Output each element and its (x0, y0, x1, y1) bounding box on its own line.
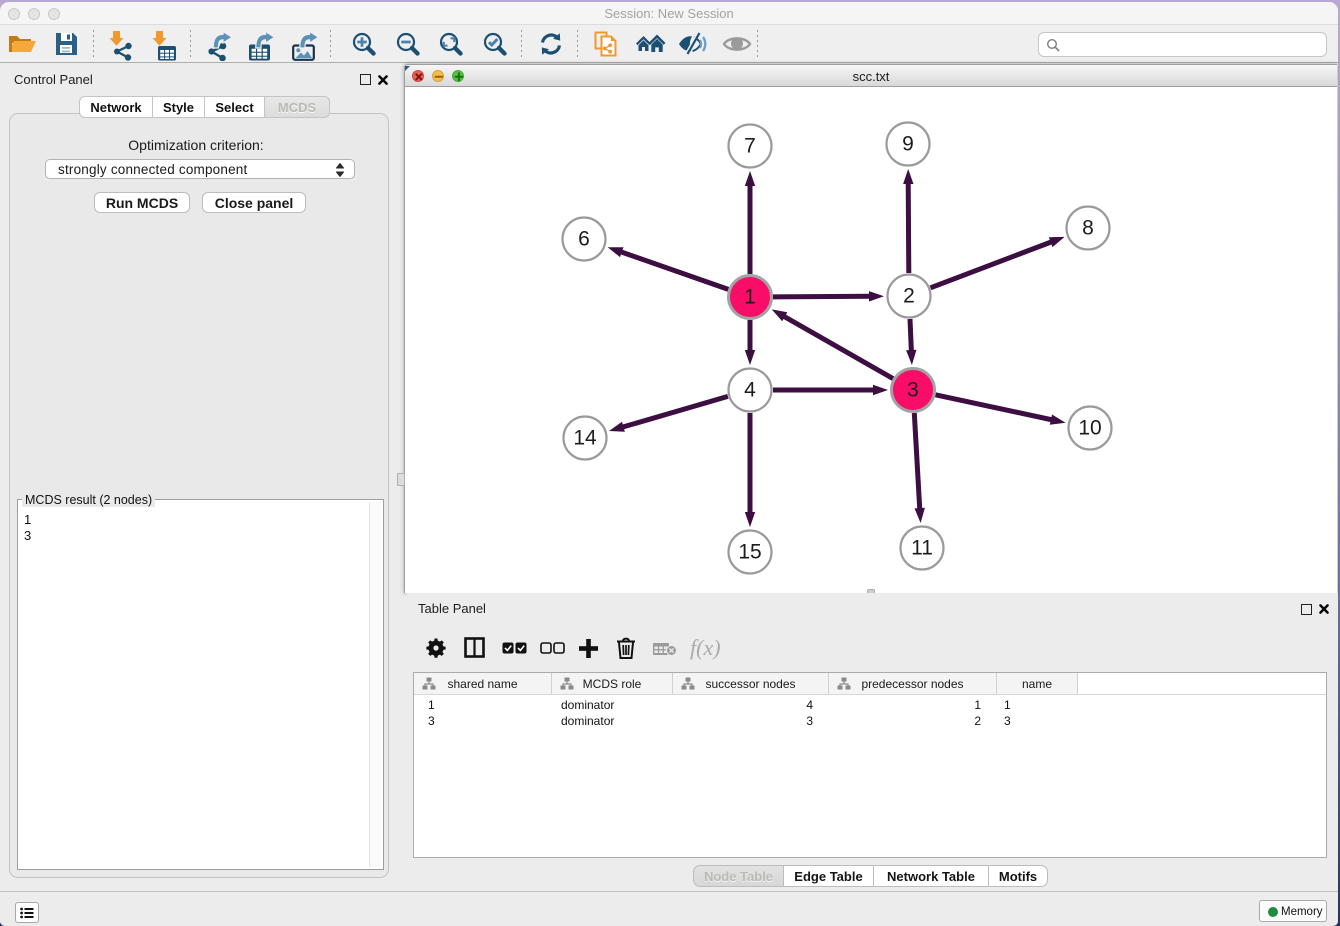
svg-text:6: 6 (578, 228, 590, 251)
svg-text:8: 8 (1082, 217, 1094, 240)
svg-text:2: 2 (903, 285, 915, 308)
svg-text:15: 15 (738, 541, 761, 564)
svg-text:11: 11 (911, 537, 933, 560)
svg-text:9: 9 (902, 133, 914, 156)
svg-text:3: 3 (907, 379, 919, 402)
svg-text:14: 14 (573, 427, 597, 450)
svg-text:10: 10 (1078, 417, 1101, 440)
svg-text:7: 7 (744, 135, 756, 158)
svg-text:1: 1 (744, 286, 756, 309)
svg-text:4: 4 (744, 379, 756, 402)
